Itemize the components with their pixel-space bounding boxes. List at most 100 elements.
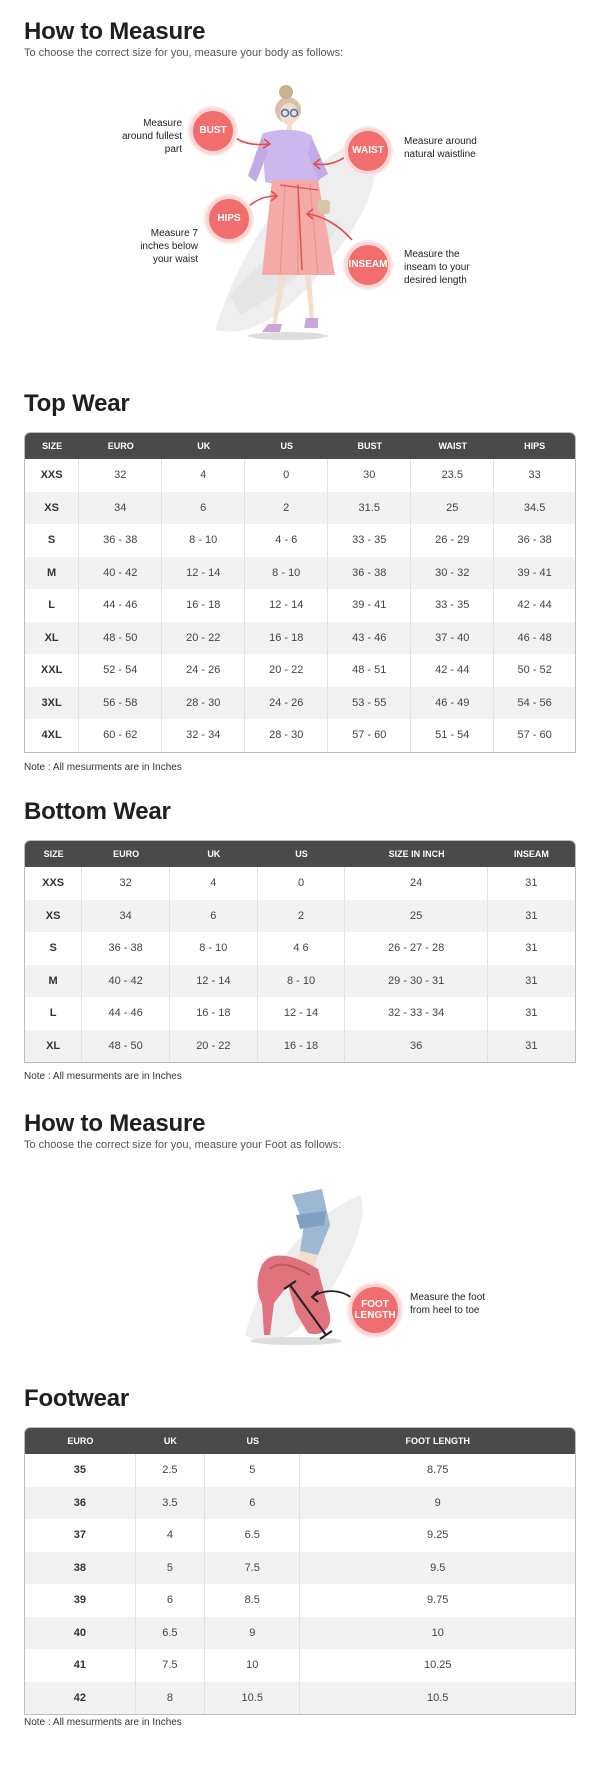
table-cell: XS bbox=[25, 899, 83, 932]
table-row: M 40 - 42 12 - 14 8 - 10 29 - 30 - 31 31 bbox=[25, 964, 575, 997]
table-cell: 57 - 60 bbox=[517, 729, 552, 742]
table-row: 4XL 60 - 62 32 - 34 28 - 30 57 - 60 51 - 54 57… bbox=[25, 719, 575, 752]
table-cell: 31 bbox=[525, 877, 538, 890]
table-cell: 34 bbox=[79, 491, 163, 524]
table-cell: 30 bbox=[328, 459, 412, 492]
table-cell: 4XL bbox=[25, 719, 80, 752]
table-cell: XS bbox=[25, 491, 80, 524]
inseam-bubble: INSEAM bbox=[345, 242, 391, 288]
table-cell: 20 - 22 bbox=[169, 1029, 258, 1062]
table-cell: 31 bbox=[487, 964, 575, 997]
hips-callout: Measure 7 inches below your waist bbox=[140, 228, 198, 265]
table-cell: 4 bbox=[162, 459, 246, 492]
table-cell: 24 - 26 bbox=[245, 686, 329, 719]
table-cell: L bbox=[25, 997, 83, 1030]
measure-foot-subtitle: To choose the correct size for you, meas… bbox=[24, 1139, 342, 1151]
table-cell: 9 bbox=[205, 1616, 301, 1649]
table-cell: 37 - 40 bbox=[411, 621, 495, 654]
table-cell: XXS bbox=[25, 867, 83, 900]
table-cell: 29 - 30 - 31 bbox=[345, 964, 488, 997]
table-cell: 36 - 38 bbox=[328, 556, 412, 589]
table-cell: 39 - 41 bbox=[328, 589, 412, 622]
table-cell: 42 - 44 bbox=[517, 599, 552, 612]
table-cell: 6 bbox=[136, 1584, 206, 1617]
table-cell: 9.5 bbox=[300, 1551, 575, 1584]
column-header: INSEAM bbox=[487, 841, 575, 867]
table-cell: 30 - 32 bbox=[411, 556, 495, 589]
bottom-wear-title: Bottom Wear bbox=[24, 798, 171, 825]
bust-callout: Measure around fullest part bbox=[121, 118, 182, 155]
table-cell: 36 - 38 bbox=[82, 932, 170, 965]
table-cell: 12 - 14 bbox=[258, 997, 346, 1030]
table-cell: 26 - 29 bbox=[411, 524, 495, 557]
table-cell: 51 - 54 bbox=[411, 719, 495, 752]
table-cell: 0 bbox=[245, 459, 329, 492]
table-cell: L bbox=[25, 589, 80, 622]
column-header: UK bbox=[135, 1428, 206, 1454]
foot-length-callout: Measure the foot from heel to toe bbox=[410, 1292, 486, 1316]
top-wear-table: SIZE EURO UK US BUST WAIST HIPS XXS 32 4 0 30 23.5 3… bbox=[24, 432, 576, 753]
table-cell: 52 - 54 bbox=[79, 654, 163, 687]
table-header-row: EURO UK US FOOT LENGTH bbox=[25, 1428, 575, 1454]
column-header: BUST bbox=[328, 433, 412, 459]
table-row: 42 8 10.5 10.5 bbox=[25, 1681, 575, 1714]
table-row: XXS 32 4 0 30 23.5 33 bbox=[25, 459, 575, 492]
table-cell: 31 bbox=[487, 1029, 575, 1062]
table-cell: XL bbox=[25, 1029, 83, 1062]
table-cell: 36 - 38 bbox=[517, 534, 552, 547]
table-row: L 44 - 46 16 - 18 12 - 14 32 - 33 - 34 31 bbox=[25, 997, 575, 1030]
table-row: XXS 32 4 0 24 31 bbox=[25, 867, 575, 900]
table-cell: 31.5 bbox=[328, 491, 412, 524]
table-cell: 12 - 14 bbox=[245, 589, 329, 622]
column-header: US bbox=[205, 1428, 301, 1454]
table-cell: 24 bbox=[345, 867, 488, 900]
table-cell: 48 - 51 bbox=[328, 654, 412, 687]
table-row: L 44 - 46 16 - 18 12 - 14 39 - 41 33 - 35 42 -… bbox=[25, 589, 575, 622]
table-cell: 3XL bbox=[25, 686, 80, 719]
table-row: 3XL 56 - 58 28 - 30 24 - 26 53 - 55 46 - 49 54… bbox=[25, 686, 575, 719]
measure-body-title: How to Measure bbox=[24, 18, 206, 45]
table-cell: 39 - 41 bbox=[494, 556, 575, 589]
table-cell: 33 - 35 bbox=[328, 524, 412, 557]
bust-bubble: BUST bbox=[190, 108, 236, 154]
table-cell: 60 - 62 bbox=[79, 719, 163, 752]
table-cell: 46 - 49 bbox=[411, 686, 495, 719]
table-cell: 7.5 bbox=[136, 1649, 206, 1682]
table-cell: 34.5 bbox=[494, 491, 575, 524]
inseam-callout: Measure the inseam to your desired lengt… bbox=[404, 249, 470, 286]
column-header: SIZE IN INCH bbox=[345, 841, 488, 867]
column-header: HIPS bbox=[494, 433, 575, 459]
table-cell: 40 - 42 bbox=[82, 964, 170, 997]
table-cell: 9 bbox=[300, 1486, 575, 1519]
table-cell: 7.5 bbox=[205, 1551, 301, 1584]
table-cell: 43 - 46 bbox=[328, 621, 412, 654]
table-row: XS 34 6 2 25 31 bbox=[25, 899, 575, 932]
table-cell: 28 - 30 bbox=[162, 686, 246, 719]
table-cell: 5 bbox=[205, 1454, 301, 1487]
table-row: 35 2.5 5 8.75 bbox=[25, 1454, 575, 1487]
foot-measure-illustration: FOOT LENGTH Measure the foot from heel t… bbox=[0, 1185, 600, 1360]
table-row: 39 6 8.5 9.75 bbox=[25, 1584, 575, 1617]
table-cell: 6 bbox=[162, 491, 246, 524]
table-row: S 36 - 38 8 - 10 4 - 6 33 - 35 26 - 29 36 - 38 bbox=[25, 524, 575, 557]
table-cell: 9.75 bbox=[427, 1594, 449, 1607]
table-cell: 40 - 42 bbox=[79, 556, 163, 589]
table-cell: 8 - 10 bbox=[162, 524, 246, 557]
table-cell: 33 bbox=[528, 469, 541, 482]
table-cell: 48 - 50 bbox=[79, 621, 163, 654]
table-cell: 4 bbox=[170, 867, 258, 900]
column-header: EURO bbox=[25, 1428, 136, 1454]
table-cell: 12 - 14 bbox=[162, 556, 246, 589]
footwear-title: Footwear bbox=[24, 1385, 130, 1412]
table-header-row: SIZE EURO UK US BUST WAIST HIPS bbox=[25, 433, 575, 459]
woman-figure-illustration bbox=[215, 85, 375, 340]
table-cell: 2 bbox=[245, 491, 329, 524]
table-row: XL 48 - 50 20 - 22 16 - 18 43 - 46 37 - 40 46 … bbox=[25, 621, 575, 654]
table-cell: 39 bbox=[25, 1584, 136, 1617]
table-cell: XXL bbox=[25, 654, 80, 687]
table-cell: 8 - 10 bbox=[245, 556, 329, 589]
measure-foot-title: How to Measure bbox=[24, 1110, 206, 1137]
table-cell: 32 bbox=[82, 867, 170, 900]
bottom-wear-table: SIZE EURO UK US SIZE IN INCH INSEAM XXS 32 4 0 24… bbox=[24, 840, 576, 1063]
table-cell: 6 bbox=[205, 1486, 301, 1519]
